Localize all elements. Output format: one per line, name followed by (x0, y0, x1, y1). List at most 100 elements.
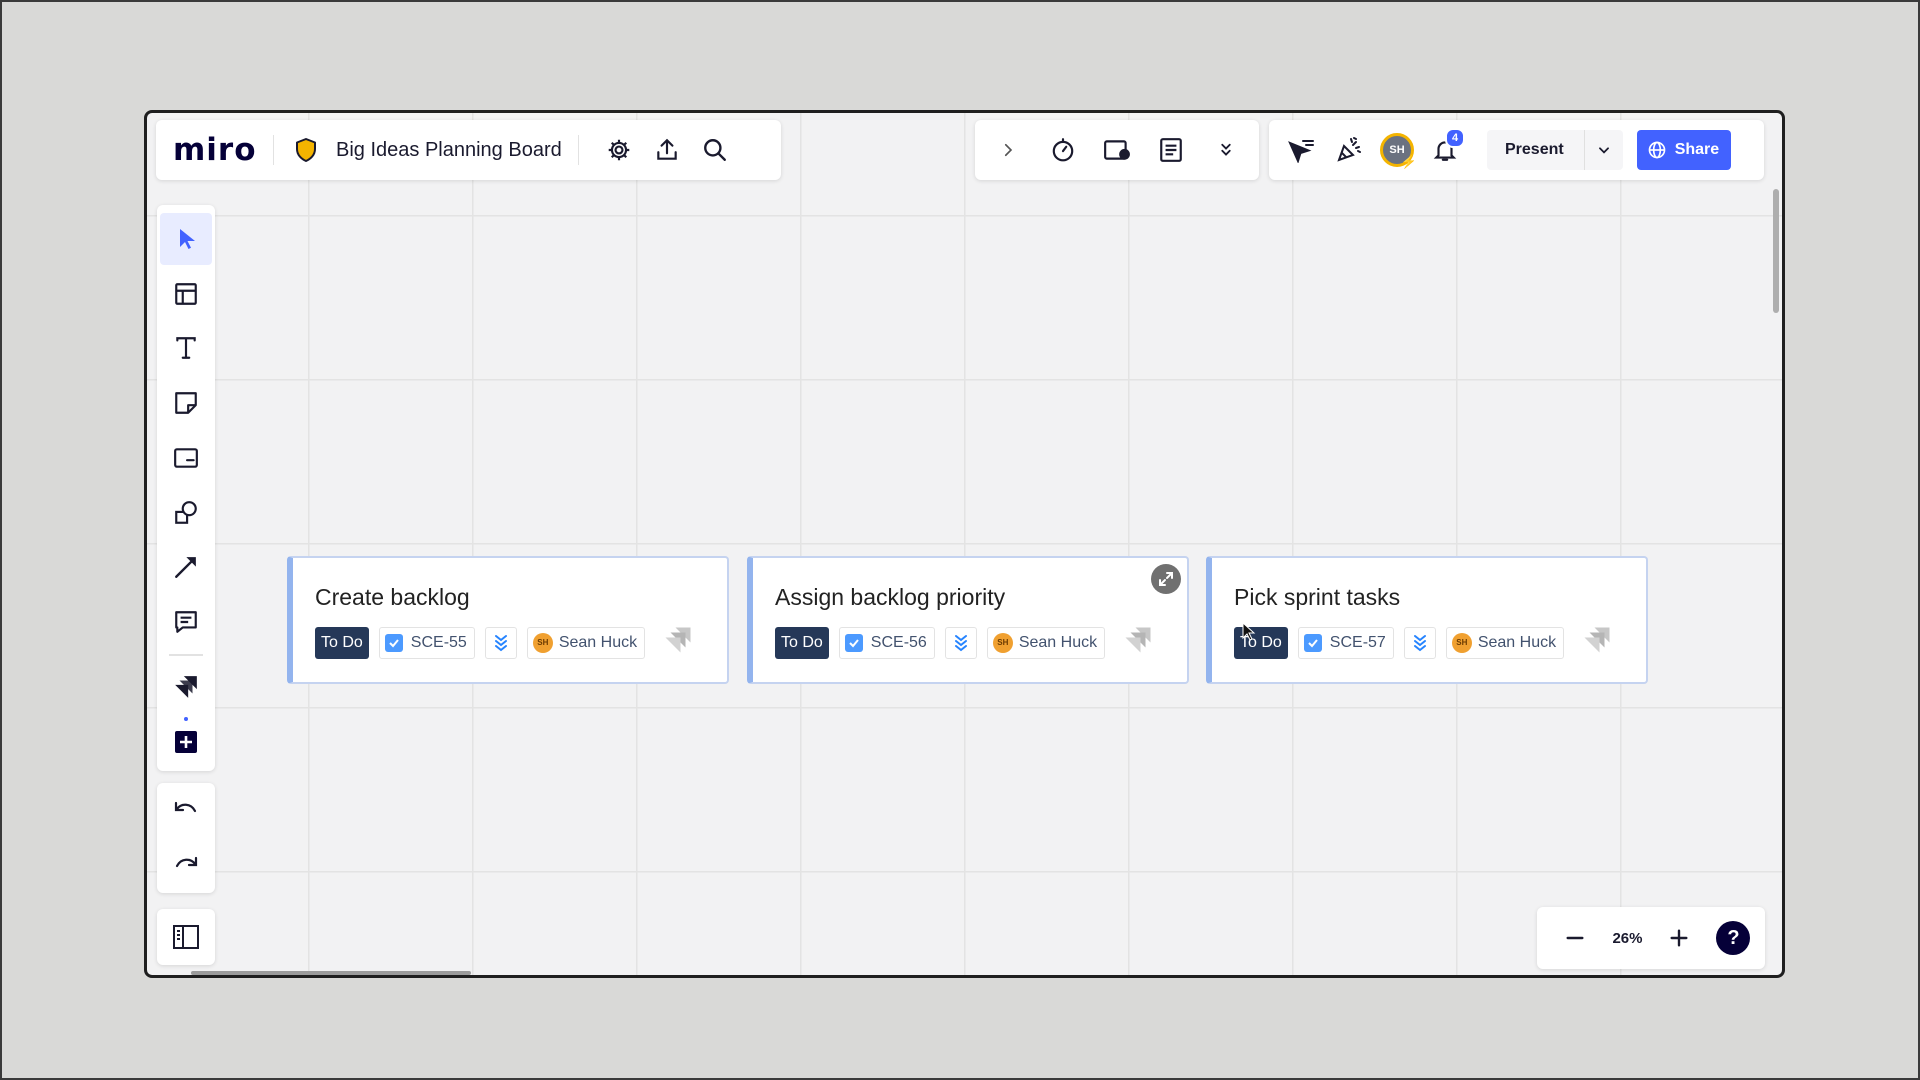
sticky-note-icon (175, 392, 197, 414)
divider (577, 135, 580, 165)
assignee-name: Sean Huck (558, 633, 638, 651)
avatar: SH (992, 632, 1013, 653)
jira-icon (1582, 625, 1612, 660)
card-fields: To Do SCE-57 SH Sean Huck (1234, 625, 1612, 660)
jira-icon (1123, 625, 1153, 660)
add-apps-tool[interactable] (160, 716, 212, 768)
checkbox-icon (1303, 633, 1322, 652)
notification-badge: 4 (1445, 128, 1465, 148)
lightning-icon: ⚡ (1400, 154, 1417, 169)
divider (169, 654, 203, 656)
issue-key-label: SCE-57 (1329, 633, 1386, 651)
assignee[interactable]: SH Sean Huck (526, 626, 646, 659)
priority-lowest-icon[interactable] (944, 626, 977, 659)
card-icon (174, 448, 198, 468)
avatar: SH (1451, 632, 1472, 653)
jira-icon (175, 676, 197, 699)
vertical-scrollbar[interactable] (1773, 189, 1779, 313)
cursor-follow-icon[interactable] (1277, 126, 1325, 174)
pen-icon (175, 557, 196, 579)
avatar[interactable]: SH ⚡ (1380, 133, 1417, 169)
checkbox-icon (384, 633, 403, 652)
divider (272, 135, 275, 165)
collaboration-toolbar (975, 120, 1259, 180)
issue-key[interactable]: SCE-57 (1297, 626, 1394, 659)
zoom-out-icon[interactable] (1551, 914, 1599, 962)
select-tool[interactable] (160, 213, 212, 265)
card-title[interactable]: Assign backlog priority (775, 584, 1005, 611)
status-badge[interactable]: To Do (315, 626, 369, 659)
creation-toolbar (157, 205, 215, 771)
globe-icon (1648, 141, 1666, 159)
horizontal-scrollbar[interactable] (191, 971, 471, 975)
mouse-pointer-icon (1242, 621, 1256, 647)
priority-lowest-icon[interactable] (484, 626, 517, 659)
comment-tool[interactable] (160, 596, 212, 648)
gear-icon[interactable] (595, 126, 643, 174)
redo-icon[interactable] (162, 842, 210, 890)
sidebar-icon (173, 925, 199, 949)
board-title[interactable]: Big Ideas Planning Board (336, 139, 562, 162)
assignee[interactable]: SH Sean Huck (1445, 626, 1565, 659)
upload-icon[interactable] (643, 126, 691, 174)
new-indicator-dot (184, 717, 188, 722)
board-window: miro Big Ideas Planning Board SH ⚡ 4 Pre… (144, 110, 1785, 978)
status-badge[interactable]: To Do (775, 626, 829, 659)
issue-key-label: SCE-55 (410, 633, 467, 651)
miro-logo[interactable]: miro (173, 132, 257, 168)
plus-icon (175, 731, 197, 754)
chevron-down-icon[interactable] (1585, 143, 1623, 157)
assignee-name: Sean Huck (1018, 633, 1098, 651)
issue-key-label: SCE-56 (870, 633, 927, 651)
jira-card[interactable]: Create backlog To Do SCE-55 SH Sean Huck (287, 556, 729, 684)
card-tool[interactable] (160, 432, 212, 484)
share-label: Share (1674, 141, 1720, 158)
text-icon (176, 337, 196, 360)
priority-lowest-icon[interactable] (1403, 626, 1436, 659)
shapes-icon (175, 500, 197, 524)
celebrate-icon[interactable] (1325, 126, 1373, 174)
jira-tool[interactable] (160, 662, 212, 714)
user-avatar-wrapper[interactable]: SH ⚡ (1373, 126, 1421, 174)
text-tool[interactable] (160, 323, 212, 375)
card-fields: To Do SCE-55 SH Sean Huck (315, 625, 693, 660)
present-control: Present (1487, 130, 1623, 170)
jira-icon (663, 625, 693, 660)
shapes-tool[interactable] (160, 487, 212, 539)
comment-icon (175, 611, 197, 633)
card-fields: To Do SCE-56 SH Sean Huck (775, 625, 1153, 660)
card-title[interactable]: Create backlog (315, 584, 470, 611)
help-icon[interactable]: ? (1716, 921, 1751, 955)
issue-key[interactable]: SCE-55 (378, 626, 475, 659)
jira-card[interactable]: Pick sprint tasks To Do SCE-57 SH Sean H… (1206, 556, 1648, 684)
assignee-name: Sean Huck (1477, 633, 1557, 651)
double-chevron-down-icon[interactable] (1202, 126, 1250, 174)
share-toolbar: SH ⚡ 4 Present Share (1269, 120, 1764, 180)
sidebar-toggle[interactable] (157, 909, 215, 965)
timer-icon[interactable] (1039, 126, 1087, 174)
zoom-level[interactable]: 26% (1612, 930, 1642, 947)
expand-icon[interactable] (1151, 564, 1181, 594)
board-header: miro Big Ideas Planning Board (156, 120, 781, 180)
present-button[interactable]: Present (1487, 141, 1584, 159)
avatar: SH (532, 632, 553, 653)
frames-tool[interactable] (160, 268, 212, 320)
chevron-right-icon[interactable] (984, 126, 1032, 174)
zoom-in-icon[interactable] (1655, 914, 1703, 962)
share-button[interactable]: Share (1636, 130, 1732, 170)
assignee[interactable]: SH Sean Huck (986, 626, 1106, 659)
bell-icon[interactable]: 4 (1421, 126, 1469, 174)
pen-tool[interactable] (160, 542, 212, 594)
issue-key[interactable]: SCE-56 (838, 626, 935, 659)
card-title[interactable]: Pick sprint tasks (1234, 584, 1400, 611)
shield-badge-icon[interactable] (290, 126, 322, 174)
frame-icon (175, 282, 197, 305)
search-icon[interactable] (691, 126, 739, 174)
video-icon[interactable] (1093, 126, 1141, 174)
notes-icon[interactable] (1147, 126, 1195, 174)
jira-card[interactable]: Assign backlog priority To Do SCE-56 SH … (747, 556, 1189, 684)
checkbox-icon (844, 633, 863, 652)
undo-icon[interactable] (162, 787, 210, 835)
sticky-note-tool[interactable] (160, 377, 212, 429)
cursor-icon (180, 228, 195, 249)
